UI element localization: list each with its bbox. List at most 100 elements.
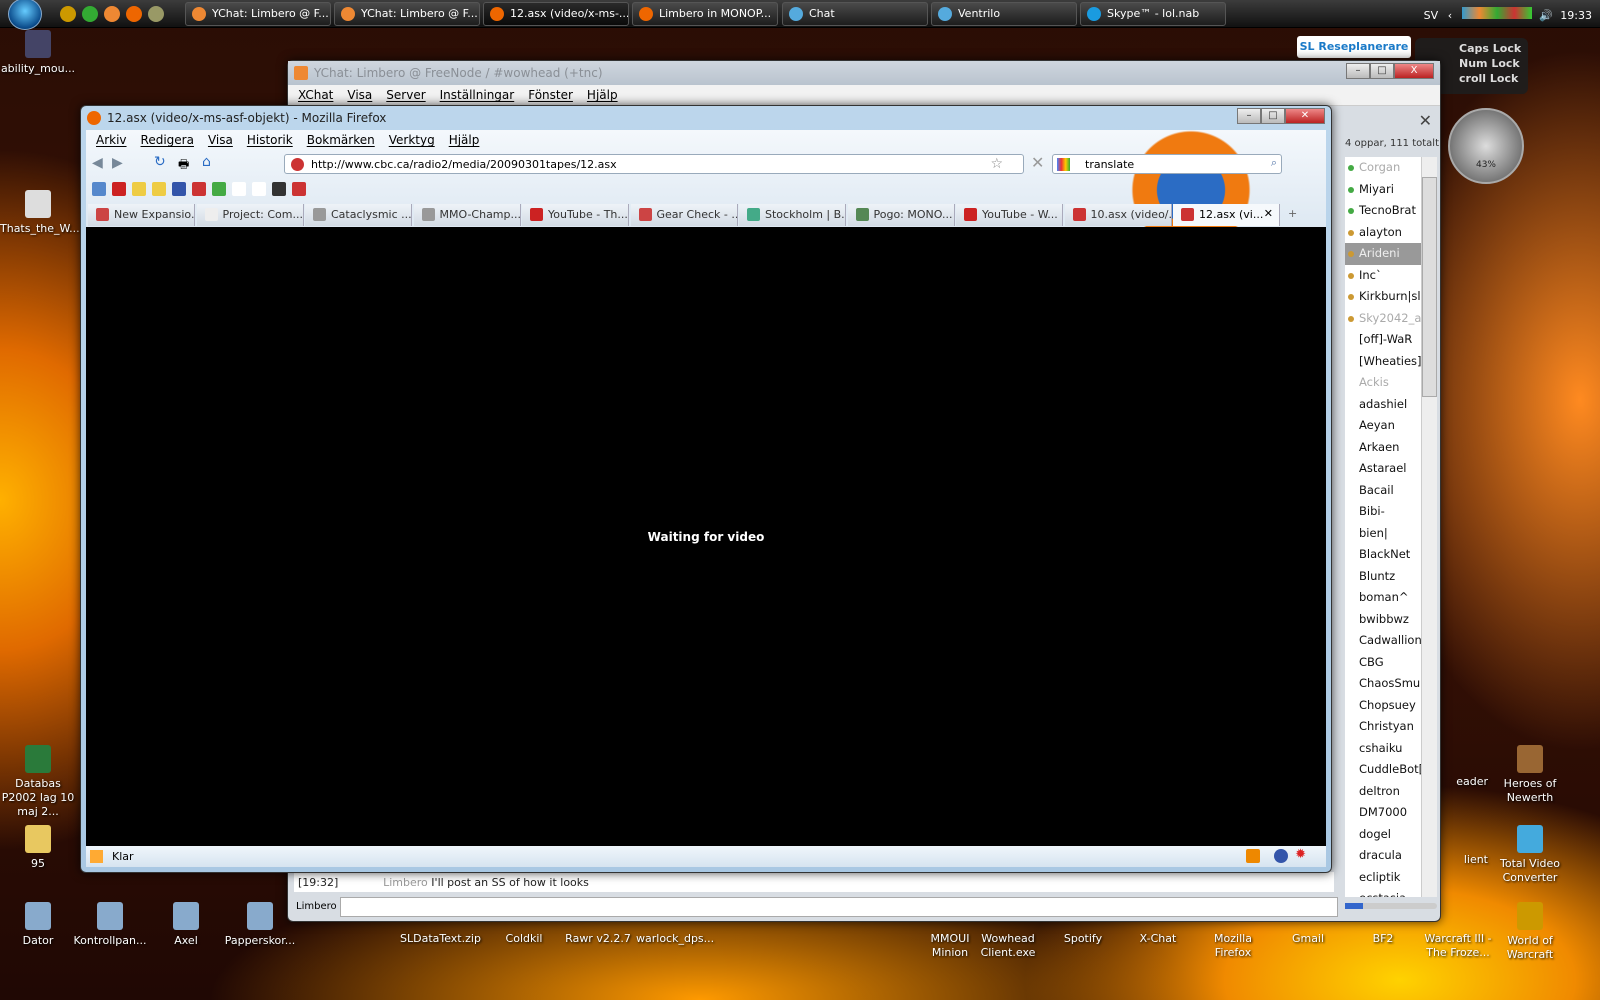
desktop-icon-databas[interactable]: Databas P2002 lag 10 maj 2...	[0, 745, 76, 819]
google-icon[interactable]	[1057, 158, 1070, 171]
hon-launch-icon[interactable]	[148, 6, 164, 22]
browser-tab[interactable]: Cataclysmic ...	[305, 204, 412, 226]
user-list-item[interactable]: Cadwallion	[1345, 630, 1421, 652]
user-list-item[interactable]: Sky2042_afk	[1345, 308, 1421, 330]
taskbar-button[interactable]: Skype™ - lol.nab	[1080, 2, 1226, 26]
language-indicator[interactable]: SV	[1424, 9, 1439, 22]
menu-item[interactable]: Fönster	[528, 88, 573, 102]
desktop-icon-ability[interactable]: ability_mou...	[0, 30, 76, 76]
desktop-icon-thats[interactable]: Thats_the_W...	[0, 190, 80, 236]
taskbar-button[interactable]: Ventrilo	[931, 2, 1077, 26]
user-list[interactable]: Corgan Miyari TecnoBrat alayton Arideni Inc` K…	[1345, 157, 1421, 897]
bookmark-icon[interactable]	[272, 182, 286, 196]
user-list-item[interactable]: Astarael	[1345, 458, 1421, 480]
user-list-item[interactable]: cshaiku	[1345, 738, 1421, 760]
desktop-icon[interactable]: Rawr v2.2.7	[560, 932, 636, 946]
userlist-close-icon[interactable]: ✕	[1419, 111, 1432, 130]
desktop-icon[interactable]: Mozilla Firefox	[1195, 932, 1271, 960]
desktop-icon[interactable]: Total Video Converter	[1492, 825, 1568, 885]
desktop-icon[interactable]: Coldkil	[486, 932, 562, 946]
menu-item[interactable]: Visa	[347, 88, 372, 102]
menu-item[interactable]: Historik	[247, 133, 293, 147]
user-list-item[interactable]: Arkaen	[1345, 437, 1421, 459]
desktop-icon[interactable]: Kontrollpan...	[72, 902, 148, 948]
xchat-titlebar[interactable]: YChat: Limbero @ FreeNode / #wowhead (+t…	[288, 61, 1440, 85]
desktop-icon[interactable]: Wowhead Client.exe	[970, 932, 1046, 960]
close-button[interactable]: X	[1394, 63, 1434, 79]
print-icon[interactable]: 🖶	[178, 155, 189, 176]
start-button[interactable]	[8, 0, 42, 30]
bookmark-star-icon[interactable]: ☆	[990, 156, 1003, 172]
browser-tab[interactable]: 10.asx (video/...	[1064, 204, 1172, 226]
user-list-item[interactable]: CBG	[1345, 652, 1421, 674]
firefox-launch-icon[interactable]	[126, 6, 142, 22]
user-list-item[interactable]: BlackNet	[1345, 544, 1421, 566]
user-list-item[interactable]: alayton	[1345, 222, 1421, 244]
user-list-item[interactable]: ChaosSmurf	[1345, 673, 1421, 695]
tab-close-icon[interactable]: ✕	[1264, 207, 1273, 220]
menu-item[interactable]: XChat	[298, 88, 333, 102]
stop-icon[interactable]: ✕	[1031, 153, 1044, 172]
desktop-icon[interactable]: Heroes of Newerth	[1492, 745, 1568, 805]
bookmark-icon[interactable]	[152, 182, 166, 196]
desktop-icon[interactable]: eader	[1440, 775, 1488, 789]
search-input[interactable]: translate ⌕	[1052, 154, 1282, 174]
user-list-item[interactable]: TecnoBrat	[1345, 200, 1421, 222]
volume-icon[interactable]: 🔊	[1539, 9, 1553, 22]
desktop-icon[interactable]: X-Chat	[1120, 932, 1196, 946]
menu-item[interactable]: Server	[386, 88, 425, 102]
menu-item[interactable]: Hjälp	[587, 88, 618, 102]
user-list-item[interactable]: [off]-WaR	[1345, 329, 1421, 351]
menu-item[interactable]: Verktyg	[389, 133, 435, 147]
browser-tab[interactable]: MMO-Champ...	[413, 204, 521, 226]
browser-tab[interactable]: YouTube - Th...	[522, 204, 629, 226]
taskbar-button[interactable]: YChat: Limbero @ F...	[185, 2, 331, 26]
search-icon[interactable]: ⌕	[1271, 156, 1277, 170]
home-icon[interactable]: ⌂	[202, 154, 211, 170]
clock[interactable]: 19:33	[1560, 9, 1592, 22]
bookmark-icon[interactable]	[292, 182, 306, 196]
sl-gadget[interactable]: SL Reseplanerare	[1297, 36, 1411, 58]
video-content[interactable]: Waiting for video	[86, 227, 1326, 846]
user-list-item[interactable]: Ackis	[1345, 372, 1421, 394]
minimize-button[interactable]: –	[1346, 63, 1370, 79]
bookmark-icon[interactable]	[132, 182, 146, 196]
nick-button[interactable]: Limbero	[296, 901, 337, 912]
minimize-button[interactable]: –	[1237, 108, 1261, 124]
url-bar[interactable]: http://www.cbc.ca/radio2/media/20090301t…	[284, 154, 1024, 174]
user-list-item[interactable]: dracula	[1345, 845, 1421, 867]
addon-icon[interactable]	[1246, 849, 1260, 863]
user-list-item[interactable]: DM7000	[1345, 802, 1421, 824]
user-list-item[interactable]: boman^	[1345, 587, 1421, 609]
browser-tab[interactable]: YouTube - W...	[956, 204, 1063, 226]
desktop-icon[interactable]: Warcraft III - The Froze...	[1420, 932, 1496, 960]
browser-tab[interactable]: New Expansio...	[88, 204, 195, 226]
bookmark-icon[interactable]	[172, 182, 186, 196]
back-button[interactable]: ◀	[92, 155, 103, 171]
user-list-item[interactable]: Christyan	[1345, 716, 1421, 738]
menu-item[interactable]: Bokmärken	[307, 133, 375, 147]
user-list-item[interactable]: Corgan	[1345, 157, 1421, 179]
user-list-item[interactable]: CuddleBot[I	[1345, 759, 1421, 781]
taskbar-button[interactable]: Limbero in MONOP...	[632, 2, 778, 26]
browser-tab[interactable]: Stockholm | B...	[739, 204, 846, 226]
reload-icon[interactable]: ↻	[154, 154, 166, 170]
taskbar-button[interactable]: 12.asx (video/x-ms-...	[483, 2, 629, 26]
menu-item[interactable]: Hjälp	[449, 133, 480, 147]
menu-item[interactable]: Arkiv	[96, 133, 127, 147]
user-list-item[interactable]: Bluntz	[1345, 566, 1421, 588]
user-list-item[interactable]: Chopsuey	[1345, 695, 1421, 717]
bookmark-icon[interactable]	[192, 182, 206, 196]
firefox-addon-icon[interactable]	[1274, 849, 1288, 863]
desktop-icon-95[interactable]: 95	[0, 825, 76, 871]
chat-input[interactable]	[340, 897, 1338, 917]
taskbar-button[interactable]: Chat	[782, 2, 928, 26]
taskbar-button[interactable]: YChat: Limbero @ F...	[334, 2, 480, 26]
desktop-icon[interactable]: Axel	[148, 902, 224, 948]
user-list-item[interactable]: Arideni	[1345, 243, 1421, 265]
browser-tab[interactable]: 12.asx (vi... ✕	[1173, 204, 1280, 226]
menu-item[interactable]: Inställningar	[440, 88, 515, 102]
close-button[interactable]: ✕	[1285, 108, 1325, 124]
firefox-titlebar[interactable]: 12.asx (video/x-ms-asf-objekt) - Mozilla…	[81, 106, 1331, 130]
gear-addon-icon[interactable]: ✹	[1295, 847, 1306, 862]
